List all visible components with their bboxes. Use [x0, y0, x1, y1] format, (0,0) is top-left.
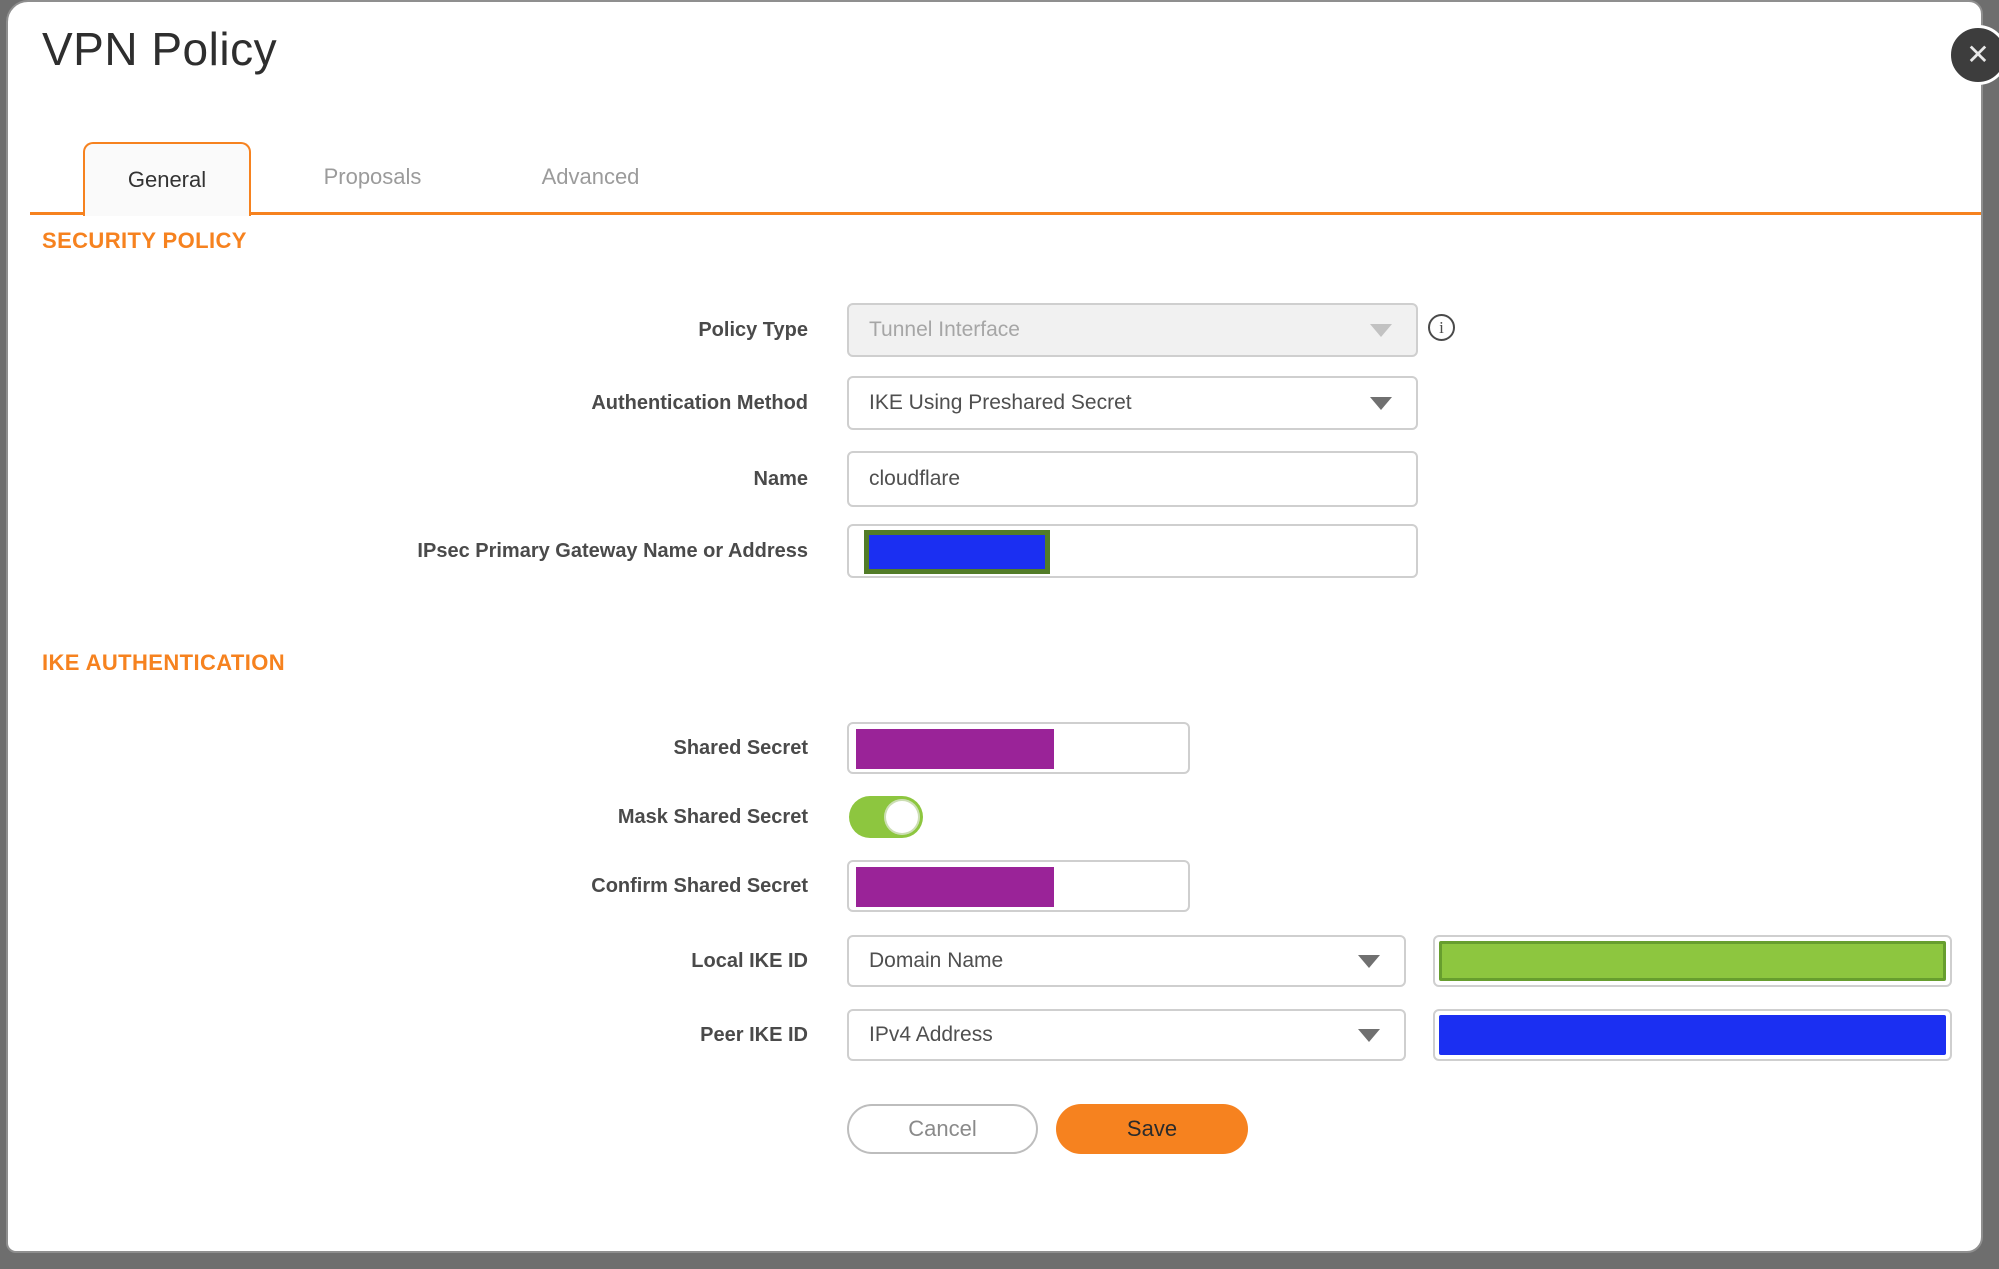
chevron-down-icon: [1370, 397, 1392, 410]
chevron-down-icon: [1358, 955, 1380, 968]
confirm-shared-secret-label: Confirm Shared Secret: [591, 874, 808, 897]
chevron-down-icon: [1358, 1029, 1380, 1042]
shared-secret-input[interactable]: [847, 722, 1190, 774]
policy-type-select: Tunnel Interface: [847, 303, 1418, 357]
confirm-shared-secret-input[interactable]: [847, 860, 1190, 912]
chevron-down-icon: [1370, 324, 1392, 337]
toggle-knob: [884, 799, 920, 835]
local-ike-id-select[interactable]: Domain Name: [847, 935, 1406, 987]
mask-shared-secret-label: Mask Shared Secret: [617, 805, 808, 828]
gateway-label: IPsec Primary Gateway Name or Address: [417, 539, 808, 562]
tab-advanced[interactable]: Advanced: [508, 142, 673, 212]
peer-ike-id-select[interactable]: IPv4 Address: [847, 1009, 1406, 1061]
cancel-button[interactable]: Cancel: [847, 1104, 1038, 1154]
info-icon[interactable]: i: [1428, 314, 1455, 341]
mask-shared-secret-toggle[interactable]: [849, 796, 923, 838]
page-title: VPN Policy: [42, 23, 278, 75]
gateway-input[interactable]: [847, 524, 1418, 578]
name-label: Name: [753, 467, 808, 490]
local-ike-id-value-input[interactable]: [1433, 935, 1952, 987]
local-ike-id-redacted-value: [1439, 941, 1946, 981]
close-button[interactable]: ✕: [1948, 25, 1999, 85]
gateway-redacted-value: [864, 530, 1050, 574]
peer-ike-id-label: Peer IKE ID: [700, 1023, 808, 1046]
policy-type-label: Policy Type: [698, 318, 808, 341]
shared-secret-label: Shared Secret: [673, 736, 808, 759]
section-ike-authentication: IKE AUTHENTICATION: [42, 650, 286, 675]
name-input-wrap: [847, 451, 1418, 507]
local-ike-id-type-value: Domain Name: [869, 949, 1004, 972]
authentication-method-label: Authentication Method: [591, 391, 808, 414]
modal-overlay: VPN Policy ✕ General Proposals Advanced …: [0, 0, 1999, 1269]
local-ike-id-label: Local IKE ID: [691, 949, 808, 972]
close-icon: ✕: [1966, 39, 1990, 70]
policy-type-value: Tunnel Interface: [869, 318, 1020, 341]
section-security-policy: SECURITY POLICY: [42, 228, 247, 253]
peer-ike-id-redacted-value: [1439, 1015, 1946, 1055]
peer-ike-id-type-value: IPv4 Address: [869, 1023, 993, 1046]
authentication-method-value: IKE Using Preshared Secret: [869, 391, 1132, 414]
name-input[interactable]: [869, 467, 1396, 491]
confirm-shared-secret-redacted-value: [856, 867, 1054, 907]
authentication-method-select[interactable]: IKE Using Preshared Secret: [847, 376, 1418, 430]
tab-underline: [30, 212, 1981, 215]
peer-ike-id-value-input[interactable]: [1433, 1009, 1952, 1061]
save-button[interactable]: Save: [1056, 1104, 1248, 1154]
shared-secret-redacted-value: [856, 729, 1054, 769]
tab-general[interactable]: General: [83, 142, 251, 216]
tab-proposals[interactable]: Proposals: [290, 142, 455, 212]
